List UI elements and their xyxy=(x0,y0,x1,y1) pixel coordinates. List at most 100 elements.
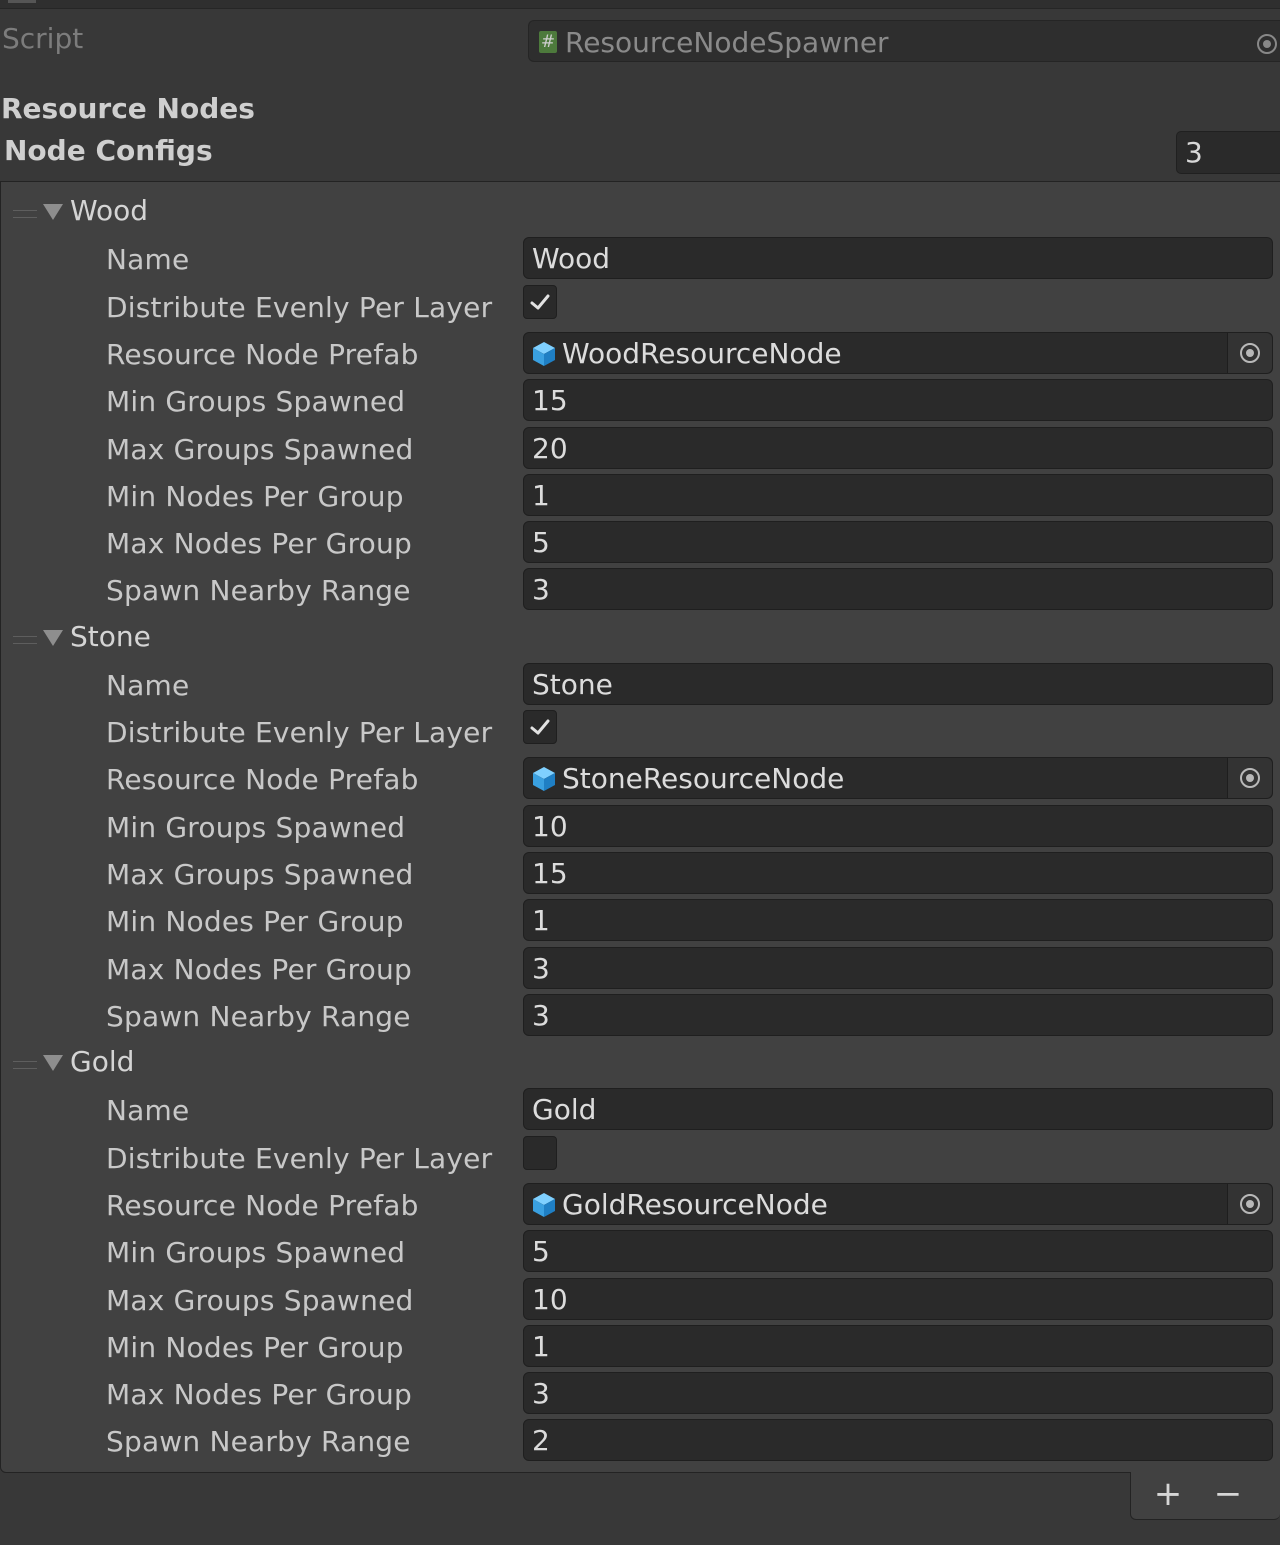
field-value: 5 xyxy=(532,1235,550,1269)
prefab-name: GoldResourceNode xyxy=(562,1187,828,1221)
field-value: 15 xyxy=(532,384,568,418)
field-value: 2 xyxy=(532,1424,550,1458)
script-label: Script xyxy=(2,22,84,55)
field-label: Spawn Nearby Range xyxy=(106,1425,411,1459)
field-value: 3 xyxy=(532,951,550,985)
field-row-max-nodes: Max Nodes Per Group 5 xyxy=(1,519,1280,566)
field-value: 3 xyxy=(532,1377,550,1411)
max-nodes-input[interactable]: 5 xyxy=(523,521,1273,564)
field-label: Resource Node Prefab xyxy=(106,1188,419,1222)
field-label: Name xyxy=(106,668,190,702)
foldout-arrow-icon[interactable] xyxy=(43,629,63,646)
field-label: Name xyxy=(106,1094,190,1128)
prefab-object-field[interactable]: GoldResourceNode xyxy=(523,1182,1273,1225)
field-row-name: Name Gold xyxy=(1,1086,1280,1133)
field-row-range: Spawn Nearby Range 3 xyxy=(1,566,1280,613)
foldout-arrow-icon[interactable] xyxy=(43,204,63,220)
field-row-name: Name Stone xyxy=(1,661,1280,708)
distribute-checkbox[interactable] xyxy=(523,1135,557,1170)
name-input[interactable]: Wood xyxy=(523,237,1273,280)
checkmark-icon xyxy=(530,294,550,310)
field-label: Name xyxy=(106,243,190,277)
field-value: 10 xyxy=(532,809,568,843)
field-row-min-groups: Min Groups Spawned 5 xyxy=(1,1228,1280,1275)
max-groups-input[interactable]: 20 xyxy=(523,426,1273,469)
element-header-stone[interactable]: Stone xyxy=(1,616,481,660)
add-element-button[interactable]: + xyxy=(1143,1472,1193,1518)
element-header-wood[interactable]: Wood xyxy=(1,190,481,234)
min-nodes-input[interactable]: 1 xyxy=(523,899,1273,942)
min-groups-input[interactable]: 5 xyxy=(523,1230,1273,1273)
field-value: 5 xyxy=(532,526,550,560)
script-name: ResourceNodeSpawner xyxy=(565,26,889,59)
object-picker-icon[interactable] xyxy=(1227,1183,1272,1224)
field-value: 15 xyxy=(532,857,568,890)
remove-element-button[interactable]: − xyxy=(1203,1472,1253,1518)
object-picker-icon[interactable] xyxy=(1227,758,1272,799)
max-groups-input[interactable]: 10 xyxy=(523,1277,1273,1320)
foldout-arrow-icon[interactable] xyxy=(43,1055,63,1071)
field-label: Min Groups Spawned xyxy=(106,810,406,844)
drag-handle-icon[interactable] xyxy=(13,1061,37,1069)
name-input[interactable]: Gold xyxy=(523,1088,1273,1131)
element-header-gold[interactable]: Gold xyxy=(1,1041,481,1085)
field-label: Distribute Evenly Per Layer xyxy=(106,716,493,750)
prefab-object-field[interactable]: WoodResourceNode xyxy=(523,331,1273,374)
field-value: 3 xyxy=(532,573,550,607)
header-grip xyxy=(8,0,36,3)
field-value: 20 xyxy=(532,431,568,465)
field-row-min-groups: Min Groups Spawned 15 xyxy=(1,377,1280,424)
field-value: 1 xyxy=(532,904,550,938)
field-row-distribute: Distribute Evenly Per Layer xyxy=(1,708,1280,755)
field-value: 3 xyxy=(532,998,550,1032)
range-input[interactable]: 3 xyxy=(523,993,1273,1036)
prefab-cube-icon xyxy=(533,1192,555,1217)
element-title: Wood xyxy=(70,194,149,227)
field-row-range: Spawn Nearby Range 2 xyxy=(1,1417,1280,1464)
field-row-min-nodes: Min Nodes Per Group 1 xyxy=(1,1323,1280,1370)
prefab-cube-icon xyxy=(533,767,555,792)
checkmark-icon xyxy=(530,719,550,735)
prefab-cube-icon xyxy=(533,341,555,366)
distribute-checkbox[interactable] xyxy=(523,710,557,745)
distribute-checkbox[interactable] xyxy=(523,284,557,319)
object-picker-icon[interactable] xyxy=(1227,332,1272,373)
field-row-max-groups: Max Groups Spawned 15 xyxy=(1,850,1280,897)
min-nodes-input[interactable]: 1 xyxy=(523,1324,1273,1367)
script-field[interactable]: # ResourceNodeSpawner xyxy=(528,20,1280,62)
min-groups-input[interactable]: 15 xyxy=(523,379,1273,422)
object-picker-icon[interactable] xyxy=(1255,30,1279,63)
list-footer: + − xyxy=(1130,1472,1280,1520)
min-groups-input[interactable]: 10 xyxy=(523,804,1273,847)
max-groups-input[interactable]: 15 xyxy=(523,852,1273,894)
prefab-object-field[interactable]: StoneResourceNode xyxy=(523,757,1273,800)
field-label: Min Groups Spawned xyxy=(106,1236,406,1270)
field-label: Resource Node Prefab xyxy=(106,337,419,371)
name-input[interactable]: Stone xyxy=(523,662,1273,705)
list-label[interactable]: Node Configs xyxy=(4,134,213,167)
field-value: 1 xyxy=(532,1329,550,1363)
max-nodes-input[interactable]: 3 xyxy=(523,1372,1273,1415)
inspector-top-edge xyxy=(0,0,1280,9)
range-input[interactable]: 3 xyxy=(523,568,1273,611)
range-input[interactable]: 2 xyxy=(523,1419,1273,1462)
field-value: Gold xyxy=(532,1093,597,1127)
field-row-prefab: Resource Node Prefab WoodResourceNode xyxy=(1,330,1280,377)
field-label: Min Nodes Per Group xyxy=(106,479,404,513)
field-row-name: Name Wood xyxy=(1,235,1280,282)
max-nodes-input[interactable]: 3 xyxy=(523,946,1273,989)
drag-handle-icon[interactable] xyxy=(13,210,37,218)
field-row-max-nodes: Max Nodes Per Group 3 xyxy=(1,1370,1280,1417)
field-row-distribute: Distribute Evenly Per Layer xyxy=(1,283,1280,330)
field-row-max-groups: Max Groups Spawned 10 xyxy=(1,1276,1280,1323)
field-label: Max Groups Spawned xyxy=(106,432,414,466)
element-title: Gold xyxy=(70,1045,135,1078)
csharp-script-icon: # xyxy=(539,31,557,53)
field-row-prefab: Resource Node Prefab GoldResourceNode xyxy=(1,1181,1280,1228)
drag-handle-icon[interactable] xyxy=(13,635,37,644)
min-nodes-input[interactable]: 1 xyxy=(523,473,1273,516)
field-label: Distribute Evenly Per Layer xyxy=(106,1141,493,1175)
field-label: Max Groups Spawned xyxy=(106,1283,414,1317)
field-label: Max Nodes Per Group xyxy=(106,952,412,986)
list-size-field[interactable]: 3 xyxy=(1176,131,1280,174)
